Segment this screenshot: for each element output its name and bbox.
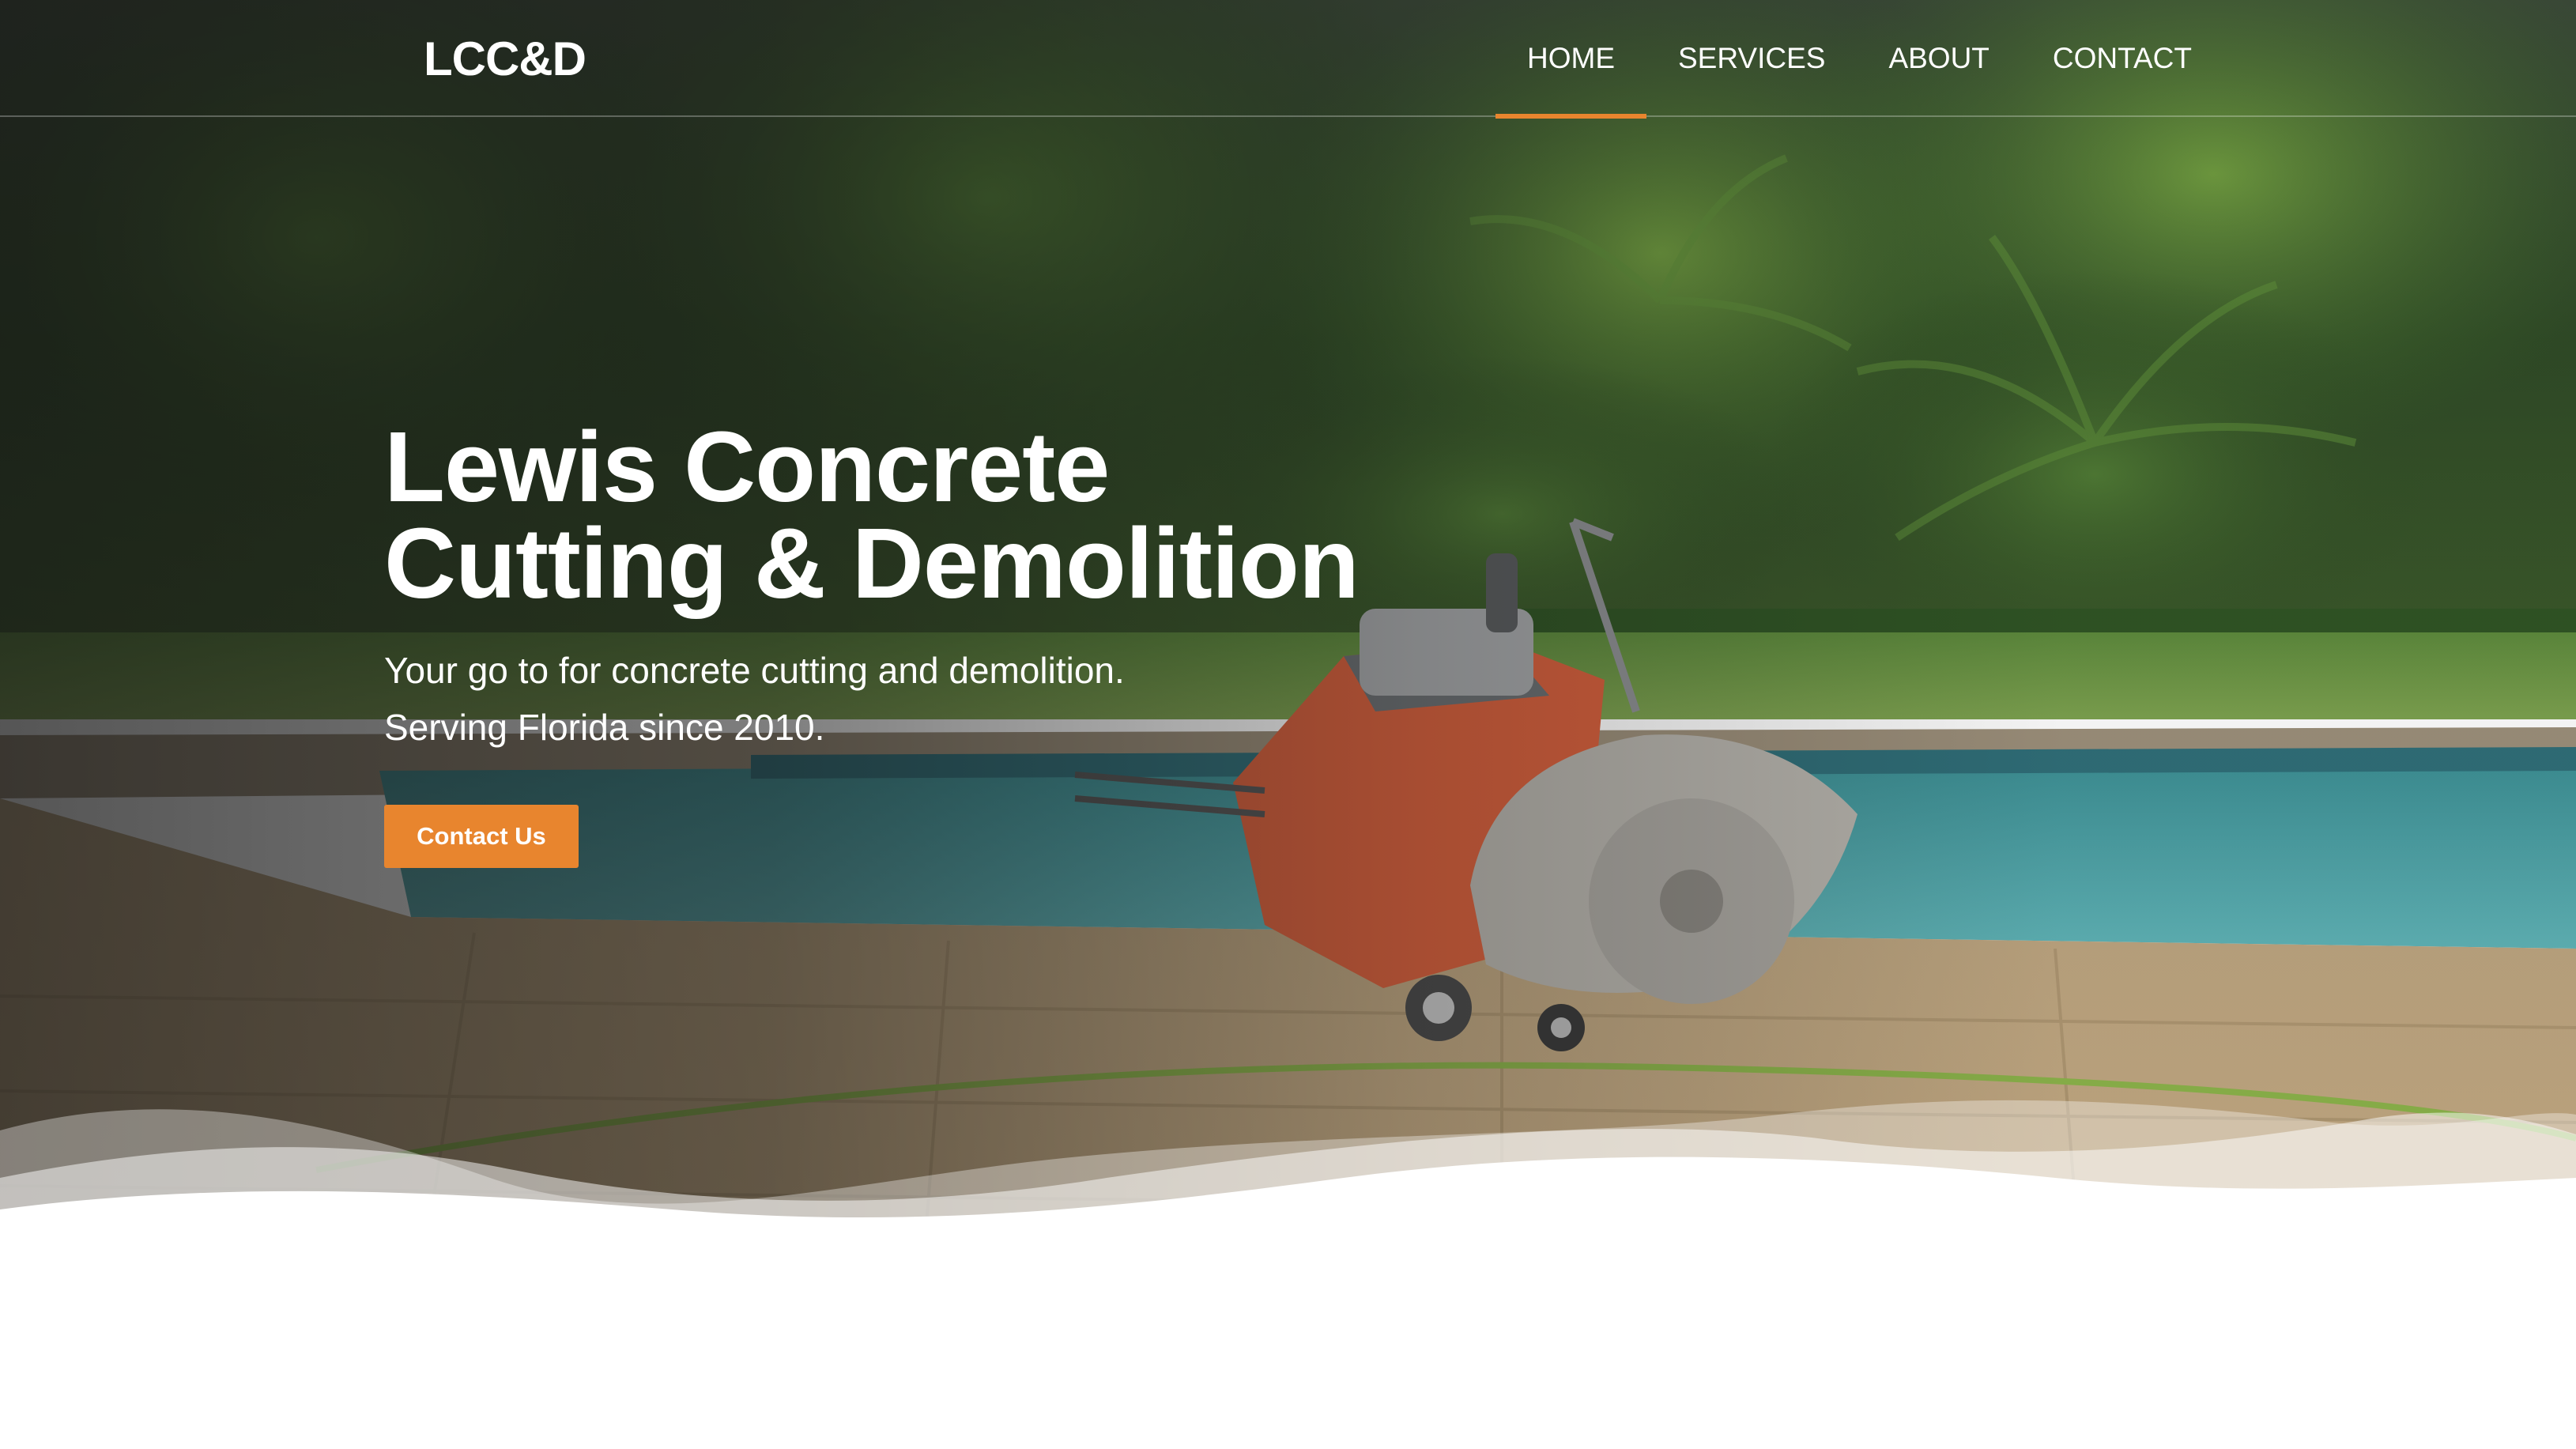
wave-divider: [0, 1100, 2576, 1449]
hero-title-line-1: Lewis Concrete: [384, 411, 1110, 523]
hero-title-line-2: Cutting & Demolition: [384, 508, 1360, 619]
nav-item-home[interactable]: HOME: [1495, 0, 1646, 119]
brand-logo[interactable]: LCC&D: [424, 32, 586, 86]
nav-menu: HOME SERVICES ABOUT CONTACT: [1495, 0, 2223, 119]
hero-subtitle-line-2: Serving Florida since 2010.: [384, 707, 825, 748]
nav-item-about[interactable]: ABOUT: [1857, 0, 2020, 117]
hero-content: Lewis Concrete Cutting & Demolition Your…: [384, 411, 1412, 868]
hero-section: LCC&D HOME SERVICES ABOUT CONTACT Lewis …: [0, 0, 2576, 1449]
nav-item-services[interactable]: SERVICES: [1646, 0, 1857, 117]
hero-title: Lewis Concrete Cutting & Demolition: [384, 411, 1412, 619]
hero-subtitle-line-1: Your go to for concrete cutting and demo…: [384, 650, 1125, 691]
contact-us-button[interactable]: Contact Us: [384, 805, 579, 868]
top-navigation: LCC&D HOME SERVICES ABOUT CONTACT: [0, 0, 2576, 119]
nav-item-contact[interactable]: CONTACT: [2021, 0, 2223, 117]
hero-subtitle: Your go to for concrete cutting and demo…: [384, 642, 1412, 756]
